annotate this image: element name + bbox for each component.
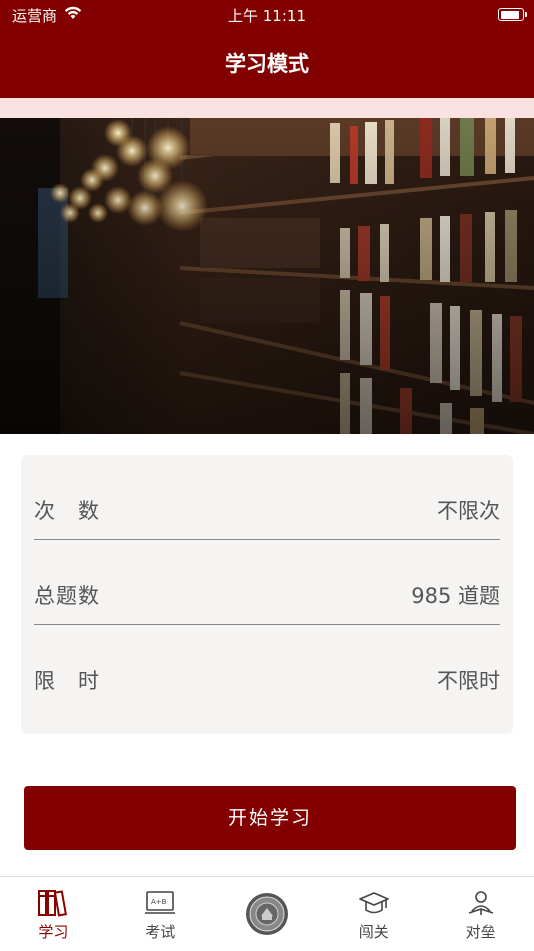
info-row-value: 不限次 (437, 499, 500, 523)
tab-bar: 学习 A+B 考试 闯关 对垒 (0, 876, 534, 951)
reading-person-icon (468, 891, 493, 915)
navigation-bar: 学习模式 (0, 30, 534, 98)
svg-text:A+B: A+B (151, 898, 167, 906)
info-row-value: 不限时 (437, 669, 500, 693)
info-row-label: 限 时 (34, 669, 100, 693)
accent-strip (0, 98, 534, 118)
exam-board-icon: A+B (145, 891, 176, 914)
info-row-value: 985 道题 (411, 584, 500, 608)
page-title: 学习模式 (225, 52, 309, 76)
books-icon (38, 890, 68, 917)
info-row-total-questions: 总题数 985 道题 (34, 540, 500, 625)
tab-label: 对垒 (465, 923, 496, 941)
tab-label: 学习 (38, 923, 69, 941)
tab-label: 考试 (145, 923, 176, 941)
tab-label: 闯关 (358, 923, 389, 941)
info-row-label: 次 数 (34, 499, 100, 523)
graduation-cap-icon (358, 892, 389, 914)
library-banner-image (0, 118, 534, 434)
info-row-time-limit: 限 时 不限时 (34, 625, 500, 710)
tab-study[interactable]: 学习 (0, 877, 107, 951)
tab-versus[interactable]: 对垒 (427, 877, 534, 951)
status-bar: 运营商 上午 11:11 (0, 0, 534, 30)
tab-challenge[interactable]: 闯关 (320, 877, 427, 951)
emblem-icon (245, 893, 288, 935)
info-row-attempts: 次 数 不限次 (34, 455, 500, 540)
start-study-button[interactable]: 开始学习 (24, 786, 516, 850)
info-row-label: 总题数 (34, 584, 100, 608)
tab-exam[interactable]: A+B 考试 (107, 877, 214, 951)
bookshelf-illustration (0, 118, 534, 434)
clock: 上午 11:11 (228, 7, 306, 25)
tab-center[interactable] (214, 877, 321, 951)
info-card: 次 数 不限次 总题数 985 道题 限 时 不限时 (21, 455, 513, 734)
battery-icon (498, 8, 527, 21)
